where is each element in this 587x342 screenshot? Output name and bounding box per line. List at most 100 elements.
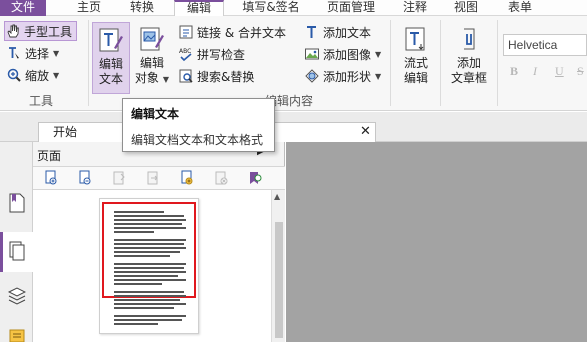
panel-scrollbar[interactable]: ▲	[271, 190, 285, 342]
menu-file[interactable]: 文件	[0, 0, 46, 16]
menu-comment[interactable]: 注释	[398, 0, 432, 16]
strikethrough-button[interactable]: S	[577, 64, 584, 79]
page-thumbnail[interactable]	[99, 198, 199, 334]
close-icon[interactable]: ✕	[360, 124, 371, 139]
menu-view[interactable]: 视图	[449, 0, 483, 16]
separator	[440, 20, 441, 106]
font-name-field[interactable]: Helvetica	[503, 34, 587, 56]
search-replace-label: 搜索&替换	[197, 69, 255, 84]
svg-text:ABC: ABC	[179, 48, 191, 55]
pages-panel: 页面 ▶	[33, 142, 285, 342]
menu-page-management[interactable]: 页面管理	[320, 0, 382, 16]
add-textbox-label-line1: 添加	[456, 56, 481, 70]
thumbnail-text-line	[114, 279, 186, 281]
edit-text-icon	[99, 28, 123, 52]
rotate-page-icon[interactable]	[111, 170, 127, 186]
zoom-icon	[7, 68, 21, 82]
add-text-button[interactable]: 添加文本	[304, 22, 371, 42]
add-shape-button[interactable]: 添加形状 ▼	[304, 66, 381, 86]
chevron-down-icon: ▼	[375, 71, 382, 81]
menu-fill-sign[interactable]: 填写&签名	[238, 0, 304, 16]
scroll-up-icon[interactable]: ▲	[274, 192, 280, 201]
edit-object-label-line1: 编辑	[139, 56, 164, 70]
edit-object-icon	[140, 27, 164, 51]
thumbnail-text-line	[114, 267, 184, 269]
tools-group-label: 工具	[28, 94, 53, 108]
panel-title: 页面	[37, 149, 62, 163]
spell-check-button[interactable]: ABC 拼写检查	[178, 44, 245, 64]
chevron-down-icon: ▼	[162, 75, 170, 84]
link-merge-button[interactable]: 链接 & 合并文本	[178, 22, 286, 42]
page-thumbnails-area[interactable]	[33, 190, 271, 342]
insert-page-icon[interactable]	[43, 170, 59, 186]
chevron-down-icon: ▼	[53, 48, 60, 58]
zoom-page-icon[interactable]	[77, 170, 93, 186]
chevron-down-icon: ▼	[375, 49, 382, 59]
flow-edit-button[interactable]: 流式 编辑	[396, 22, 436, 94]
thumbnail-text-line	[114, 307, 174, 309]
thumbnail-text-line	[114, 211, 164, 213]
italic-button[interactable]: I	[533, 64, 537, 79]
textbox-icon	[464, 28, 475, 50]
panel-toolbar	[33, 166, 285, 190]
select-button[interactable]: 选择 ▼	[6, 43, 59, 63]
zoom-button[interactable]: 缩放 ▼	[6, 65, 59, 85]
menu-edit[interactable]: 编辑	[174, 0, 224, 16]
edit-object-label-line2: 对象 ▼	[134, 71, 170, 85]
document-view-area[interactable]	[286, 142, 587, 342]
thumbnail-text-line	[114, 275, 178, 277]
flow-edit-icon	[405, 27, 425, 51]
hand-tool-button[interactable]: 手型工具	[4, 21, 78, 41]
pages-icon[interactable]	[8, 240, 26, 262]
hand-icon	[7, 24, 19, 38]
add-image-button[interactable]: 添加图像 ▼	[304, 44, 381, 64]
tab-start[interactable]: 开始	[38, 122, 124, 142]
link-icon	[179, 25, 193, 39]
thumbnail-text-line	[114, 223, 182, 225]
thumbnail-text-line	[114, 247, 186, 249]
spell-check-label: 拼写检查	[197, 47, 246, 62]
edit-object-button[interactable]: 编辑 对象 ▼	[134, 22, 170, 94]
separator	[390, 20, 391, 106]
thumbnail-text-line	[114, 283, 162, 285]
thumbnail-text-line	[114, 319, 182, 321]
thumbnail-text-line	[114, 315, 186, 317]
edit-text-button[interactable]: 编辑 文本	[92, 22, 130, 94]
scrollbar-thumb[interactable]	[275, 222, 283, 338]
chevron-down-icon: ▼	[53, 70, 60, 80]
menu-home[interactable]: 主页	[66, 0, 112, 16]
thumbnail-text-line	[114, 263, 186, 265]
bookmark-icon[interactable]	[8, 192, 26, 214]
add-page-icon[interactable]	[179, 170, 195, 186]
tooltip-title: 编辑文本	[131, 107, 180, 121]
bold-button[interactable]: B	[510, 64, 518, 79]
page-label-icon[interactable]	[247, 170, 263, 186]
delete-page-icon[interactable]	[213, 170, 229, 186]
layers-icon[interactable]	[8, 285, 26, 307]
menu-convert[interactable]: 转换	[119, 0, 165, 16]
menu-form[interactable]: 表单	[503, 0, 537, 16]
thumbnail-text-line	[114, 303, 186, 305]
thumbnail-text-line	[114, 243, 184, 245]
add-shape-label: 添加形状	[323, 69, 372, 84]
separator	[88, 20, 89, 106]
comment-icon[interactable]	[8, 328, 26, 342]
search-replace-button[interactable]: 搜索&替换	[178, 66, 254, 86]
add-image-icon	[305, 48, 319, 60]
add-shape-icon	[305, 69, 319, 83]
thumbnail-text-line	[114, 215, 184, 217]
spellcheck-icon: ABC	[179, 48, 192, 62]
left-navigation-strip	[0, 142, 33, 342]
flow-edit-label-line1: 流式	[403, 56, 428, 70]
tooltip-body: 编辑文档文本和文本格式	[131, 133, 264, 147]
flow-edit-label-line2: 编辑	[403, 71, 428, 85]
add-image-label: 添加图像	[323, 47, 372, 62]
document-tab-strip: 开始 ✕	[0, 112, 587, 142]
select-label: 选择	[25, 46, 50, 61]
extract-page-icon[interactable]	[145, 170, 161, 186]
underline-button[interactable]: U	[555, 64, 564, 79]
select-text-icon	[9, 47, 19, 59]
add-text-icon	[307, 26, 316, 38]
add-textbox-button[interactable]: 添加 文章框	[446, 22, 492, 94]
edit-text-label-line1: 编辑	[98, 57, 123, 71]
